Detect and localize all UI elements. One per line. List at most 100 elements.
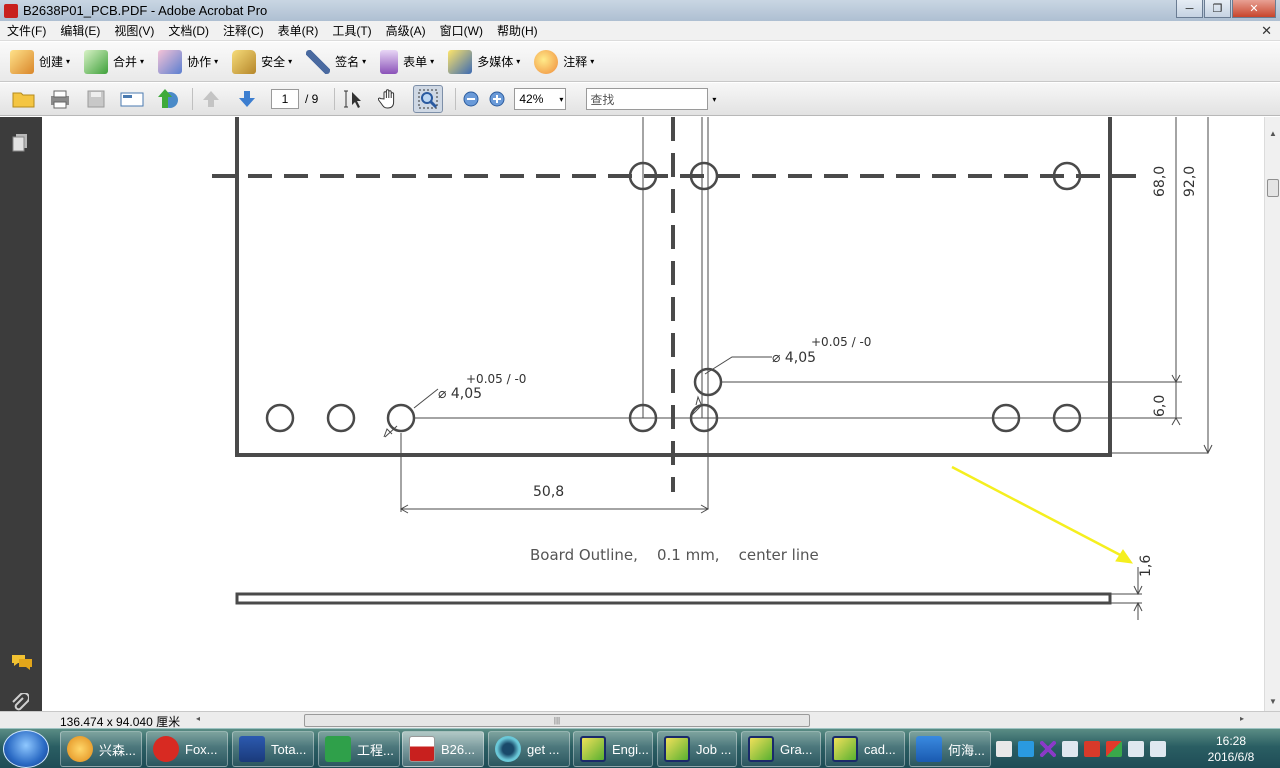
menu-document[interactable]: 文档(D)	[161, 22, 216, 39]
menu-edit[interactable]: 编辑(E)	[53, 22, 107, 39]
page-number-input[interactable]: 1	[271, 89, 299, 109]
comments-panel-icon[interactable]	[11, 653, 32, 671]
menu-help[interactable]: 帮助(H)	[490, 22, 545, 39]
hand-tool-icon[interactable]	[377, 88, 401, 110]
open-folder-icon[interactable]	[12, 88, 36, 110]
menu-tools[interactable]: 工具(T)	[325, 22, 378, 39]
chevron-down-icon: ▾	[362, 57, 367, 66]
taskbar-item[interactable]: 工程...	[318, 731, 400, 767]
menu-comments[interactable]: 注释(C)	[216, 22, 271, 39]
save-icon[interactable]	[84, 88, 108, 110]
clock-date: 2016/6/8	[1207, 750, 1255, 764]
scroll-left-arrow-icon[interactable]: ◂	[196, 714, 200, 723]
toolbar-separator	[334, 88, 336, 110]
status-bar: 136.474 x 94.040 厘米 ◂ ||| ▸	[0, 711, 1280, 729]
attachments-paperclip-icon[interactable]	[11, 692, 30, 711]
minimize-button[interactable]: ─	[1176, 0, 1203, 18]
find-placeholder: 查找	[590, 92, 615, 107]
close-button[interactable]: ✕	[1232, 0, 1276, 18]
vertical-scroll-thumb[interactable]	[1267, 179, 1279, 197]
taskbar-item[interactable]: Job ...	[657, 731, 737, 767]
tray-flag-icon[interactable]	[1106, 741, 1122, 757]
collaborate-button[interactable]: 协作 ▾	[158, 49, 218, 74]
next-page-icon[interactable]	[235, 88, 259, 110]
combine-button[interactable]: 合并 ▾	[84, 49, 144, 74]
horizontal-scroll-thumb[interactable]: |||	[304, 714, 810, 727]
dimension-50-8-line	[400, 433, 708, 512]
previous-page-icon[interactable]	[199, 88, 223, 110]
horizontal-scrollbar[interactable]: ◂ ||| ▸	[194, 714, 1264, 727]
select-text-cursor-icon[interactable]	[341, 88, 365, 110]
taskbar-item[interactable]: cad...	[825, 731, 905, 767]
vertical-scrollbar[interactable]: ▲ ▼	[1264, 117, 1280, 711]
taskbar-item[interactable]: Tota...	[232, 731, 314, 767]
board-thickness-profile	[235, 592, 1112, 605]
zoom-in-icon[interactable]	[488, 88, 506, 110]
collaborate-icon	[158, 49, 183, 74]
chevron-down-icon: ▾	[288, 57, 293, 66]
volume-icon[interactable]	[1128, 741, 1144, 757]
tray-feather-icon[interactable]	[1018, 741, 1034, 757]
taskbar-item[interactable]: Engi...	[573, 731, 653, 767]
x-window-icon	[748, 736, 774, 762]
upload-globe-icon[interactable]	[156, 88, 180, 110]
taskbar-item[interactable]: 兴森...	[60, 731, 142, 767]
network-disconnected-icon[interactable]	[1150, 741, 1166, 757]
menu-file[interactable]: 文件(F)	[0, 22, 53, 39]
forms-button[interactable]: 表单 ▾	[380, 49, 434, 74]
comment-label: 注释	[563, 55, 588, 69]
taskbar-item[interactable]: Gra...	[741, 731, 821, 767]
title-bar: B2638P01_PCB.PDF - Adobe Acrobat Pro ─ ❐…	[0, 0, 1280, 21]
taskbar-item-label: Fox...	[185, 741, 218, 757]
zoom-out-icon[interactable]	[462, 88, 480, 110]
taskbar-item[interactable]: 何海...	[909, 731, 991, 767]
tray-security-icon[interactable]	[1084, 741, 1100, 757]
document-close-icon[interactable]: ✕	[1261, 23, 1272, 39]
pcb-drawing: 68,0 92,0 6,0 +0.05 / -0 ⌀ 4,05 +0.05 / …	[212, 117, 1213, 620]
create-button[interactable]: 创建 ▾	[10, 49, 70, 74]
clock[interactable]: 16:28 2016/6/8	[1196, 733, 1266, 765]
tray-network-icon[interactable]	[1062, 741, 1078, 757]
zoom-level-value: 42%	[519, 92, 544, 106]
sign-button[interactable]: 签名 ▾	[306, 49, 367, 74]
scroll-down-arrow-icon[interactable]: ▼	[1269, 697, 1277, 706]
taskbar-item-label: 何海...	[948, 742, 985, 758]
print-icon[interactable]	[48, 88, 72, 110]
board-outline-note: Board Outline, 0.1 mm, center line	[530, 546, 819, 564]
taskbar-item-label: Tota...	[271, 741, 307, 757]
taskbar-item-label: cad...	[864, 741, 896, 757]
find-input[interactable]: 查找	[586, 88, 709, 110]
scroll-up-arrow-icon[interactable]: ▲	[1269, 129, 1277, 138]
pdf-file-icon	[409, 736, 435, 762]
hole-diameter-left: ⌀ 4,05	[438, 386, 482, 402]
windows-taskbar: 兴森... Fox... Tota... 工程... B26... get ..…	[0, 728, 1280, 768]
find-options-chevron-icon[interactable]: ▾	[712, 95, 716, 104]
menu-window[interactable]: 窗口(W)	[433, 22, 490, 39]
menu-advanced[interactable]: 高级(A)	[379, 22, 433, 39]
secure-button[interactable]: 安全 ▾	[232, 49, 293, 74]
taskbar-item[interactable]: Fox...	[146, 731, 228, 767]
taskbar-item-label: Engi...	[612, 741, 649, 757]
email-icon[interactable]	[120, 88, 144, 110]
menu-forms[interactable]: 表单(R)	[271, 22, 326, 39]
maximize-button[interactable]: ❐	[1204, 0, 1231, 18]
zoom-level-select[interactable]: 42% ▾	[514, 88, 567, 110]
comment-button[interactable]: 注释 ▾	[534, 49, 594, 74]
tray-x-icon[interactable]	[1040, 741, 1056, 757]
menu-view[interactable]: 视图(V)	[107, 22, 161, 39]
marquee-zoom-icon[interactable]	[413, 85, 444, 113]
dimension-arrows	[1171, 374, 1213, 455]
pages-panel-icon[interactable]	[11, 133, 29, 152]
dim-1-6-label: 1,6	[1138, 555, 1154, 577]
taskbar-item[interactable]: get ...	[488, 731, 570, 767]
multimedia-button[interactable]: 多媒体 ▾	[448, 49, 520, 74]
start-button[interactable]	[3, 730, 49, 768]
navigation-toolbar: 1 / 9 42% ▾ 查找 ▾	[0, 83, 1280, 116]
create-pdf-icon	[10, 49, 34, 74]
scroll-right-arrow-icon[interactable]: ▸	[1240, 714, 1244, 723]
taskbar-item-acrobat[interactable]: B26...	[402, 731, 484, 767]
tray-app-icon[interactable]	[996, 741, 1012, 757]
document-view[interactable]: 68,0 92,0 6,0 +0.05 / -0 ⌀ 4,05 +0.05 / …	[42, 117, 1264, 711]
taskbar-item-label: 工程...	[357, 742, 394, 758]
yellow-annotation-arrow	[951, 465, 1134, 564]
